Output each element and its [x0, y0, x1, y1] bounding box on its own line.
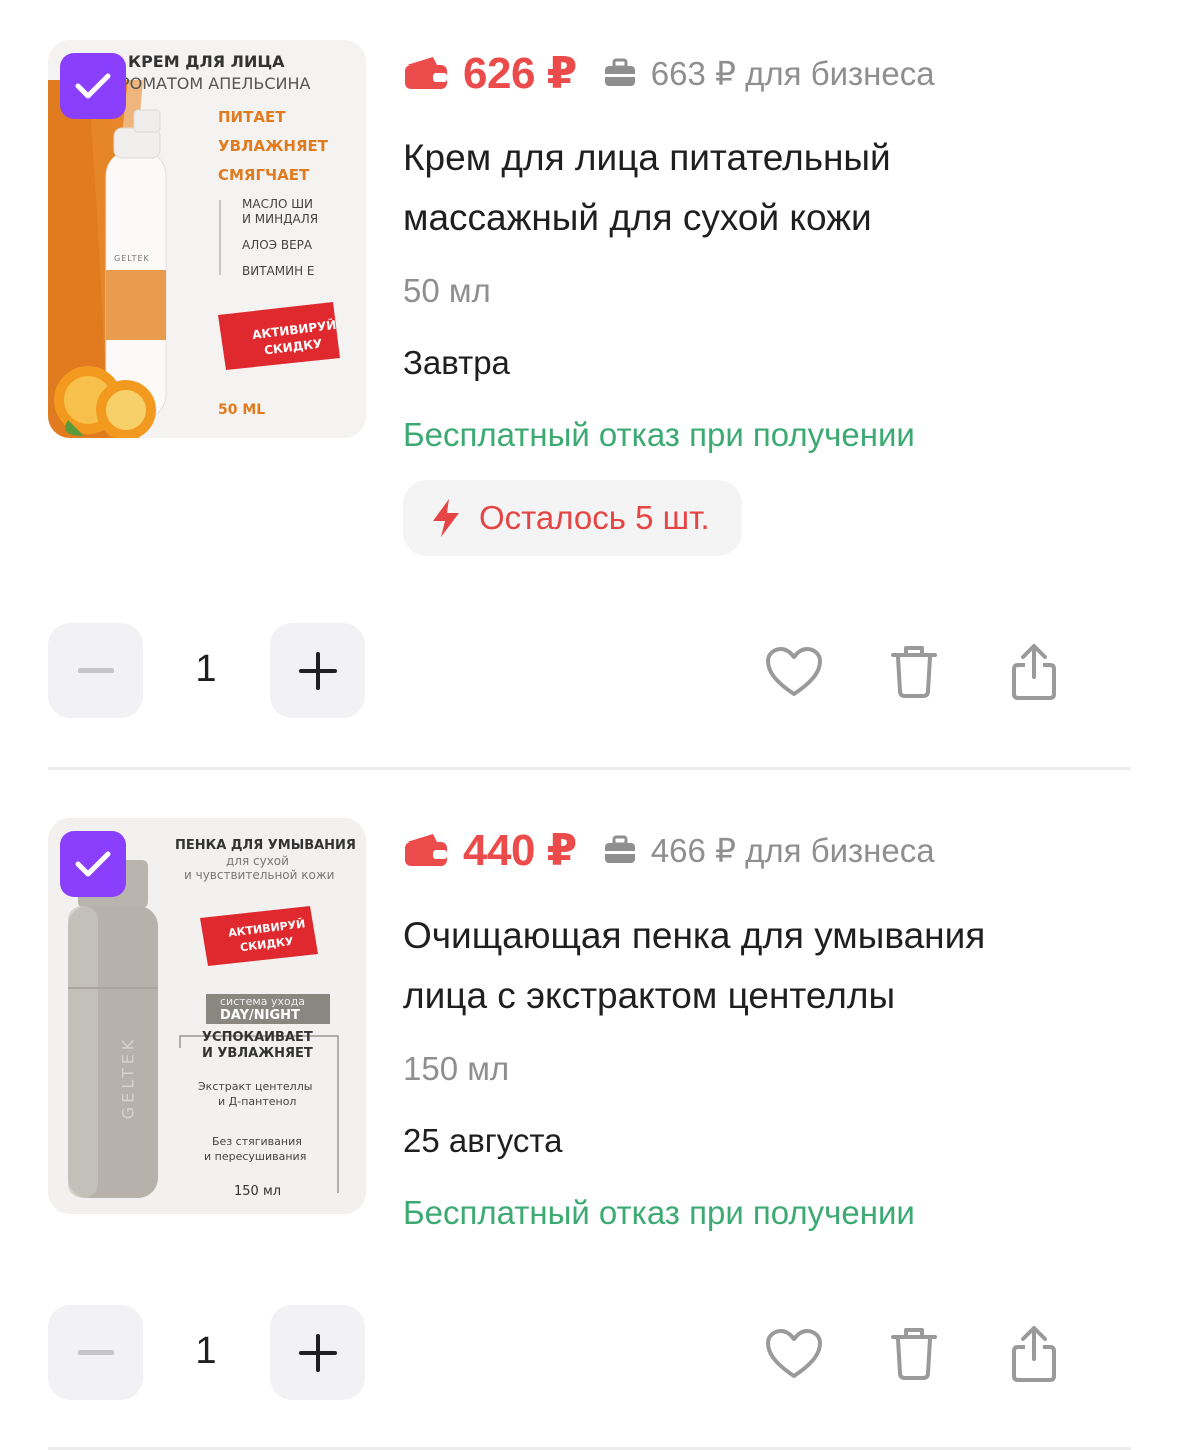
trash-icon: [891, 1328, 937, 1380]
quantity-value: 1: [195, 1330, 217, 1372]
image-subheadline: и чувствительной кожи: [184, 868, 335, 882]
delete-button[interactable]: [884, 642, 944, 702]
stock-badge: Осталось 5 шт.: [403, 480, 742, 556]
plus-icon: [298, 651, 337, 690]
image-ingredient: МАСЛО ШИ: [242, 197, 314, 211]
checkmark-icon: [75, 73, 111, 99]
image-headline: ПЕНКА ДЛЯ УМЫВАНИЯ: [175, 838, 356, 853]
price-row: 626 ₽ 663 ₽ для бизнеса: [403, 45, 935, 101]
select-checkbox[interactable]: [60, 53, 126, 119]
checkmark-icon: [75, 851, 111, 877]
share-icon: [1012, 1326, 1056, 1382]
free-refusal-note: Бесплатный отказ при получении: [403, 1194, 915, 1231]
image-ingredient: И МИНДАЛЯ: [242, 212, 319, 226]
image-benefit: ПИТАЕТ: [218, 108, 286, 126]
favorite-button[interactable]: [764, 642, 824, 702]
image-benefit: УВЛАЖНЯЕТ: [218, 137, 329, 155]
briefcase-icon: [604, 58, 635, 86]
delivery-date: 25 августа: [403, 1122, 563, 1159]
lightning-icon: [433, 499, 459, 537]
product-size: 150 мл: [403, 1050, 510, 1087]
product-title-line: лица с экстрактом центеллы: [403, 975, 896, 1016]
decrease-quantity-button[interactable]: [48, 623, 143, 718]
increase-quantity-button[interactable]: [270, 623, 365, 718]
cart-item: ПЕНКА ДЛЯ УМЫВАНИЯ для сухой и чувствите…: [0, 770, 1179, 1450]
product-title[interactable]: Крем для лица питательный массажный для …: [403, 128, 1123, 248]
plus-icon: [298, 1333, 337, 1372]
image-brand: GELTEK: [118, 1035, 138, 1120]
stock-text: Осталось 5 шт.: [479, 499, 710, 536]
wallet-icon: [405, 834, 447, 866]
image-note: и пересушивания: [204, 1150, 307, 1163]
image-headline: КРЕМ ДЛЯ ЛИЦА: [128, 52, 285, 71]
business-price: 466 ₽ для бизнеса: [650, 831, 935, 869]
product-title-line: массажный для сухой кожи: [403, 197, 872, 238]
decrease-quantity-button[interactable]: [48, 1305, 143, 1400]
price-row: 440 ₽ 466 ₽ для бизнеса: [403, 822, 935, 878]
image-subheadline: для сухой: [226, 854, 289, 868]
image-claim: УСПОКАИВАЕТ: [202, 1030, 313, 1045]
product-title-line: Очищающая пенка для умывания: [403, 915, 986, 956]
heart-icon: [766, 647, 822, 696]
product-size: 50 мл: [403, 272, 491, 309]
image-volume: 50 ML: [218, 402, 266, 418]
wallet-icon: [405, 57, 447, 89]
favorite-button[interactable]: [764, 1324, 824, 1384]
product-title-line: Крем для лица питательный: [403, 137, 891, 178]
image-ingredient: АЛОЭ ВЕРА: [242, 238, 313, 252]
business-price: 663 ₽ для бизнеса: [650, 54, 935, 92]
image-ingredient: ВИТАМИН Е: [242, 264, 315, 278]
image-ingredient: и Д-пантенол: [218, 1095, 297, 1108]
image-subheadline: РОМАТОМ АПЕЛЬСИНА: [120, 74, 311, 93]
image-benefit: СМЯГЧАЕТ: [218, 166, 310, 184]
delivery-date: Завтра: [403, 344, 510, 381]
image-claim: И УВЛАЖНЯЕТ: [202, 1046, 313, 1061]
share-icon: [1012, 644, 1056, 700]
cart-item: КРЕМ ДЛЯ ЛИЦА РОМАТОМ АПЕЛЬСИНА ПИТАЕТ У…: [0, 0, 1179, 770]
image-brand: GELTEK: [114, 254, 150, 263]
image-ingredient: Экстракт центеллы: [198, 1080, 313, 1093]
trash-icon: [891, 646, 937, 698]
image-daynight: DAY/NIGHT: [220, 1008, 300, 1023]
image-system: система ухода: [220, 995, 306, 1008]
minus-icon: [77, 1349, 114, 1355]
quantity-value: 1: [195, 648, 217, 690]
briefcase-icon: [604, 835, 635, 863]
image-note: Без стягивания: [212, 1135, 302, 1148]
image-volume: 150 мл: [234, 1184, 282, 1199]
share-button[interactable]: [1004, 642, 1064, 702]
price: 626 ₽: [463, 48, 577, 98]
product-title[interactable]: Очищающая пенка для умывания лица с экст…: [403, 906, 1123, 1026]
heart-icon: [766, 1329, 822, 1378]
delete-button[interactable]: [884, 1324, 944, 1384]
price: 440 ₽: [463, 825, 577, 875]
free-refusal-note: Бесплатный отказ при получении: [403, 416, 915, 453]
increase-quantity-button[interactable]: [270, 1305, 365, 1400]
minus-icon: [77, 667, 114, 673]
select-checkbox[interactable]: [60, 831, 126, 897]
share-button[interactable]: [1004, 1324, 1064, 1384]
